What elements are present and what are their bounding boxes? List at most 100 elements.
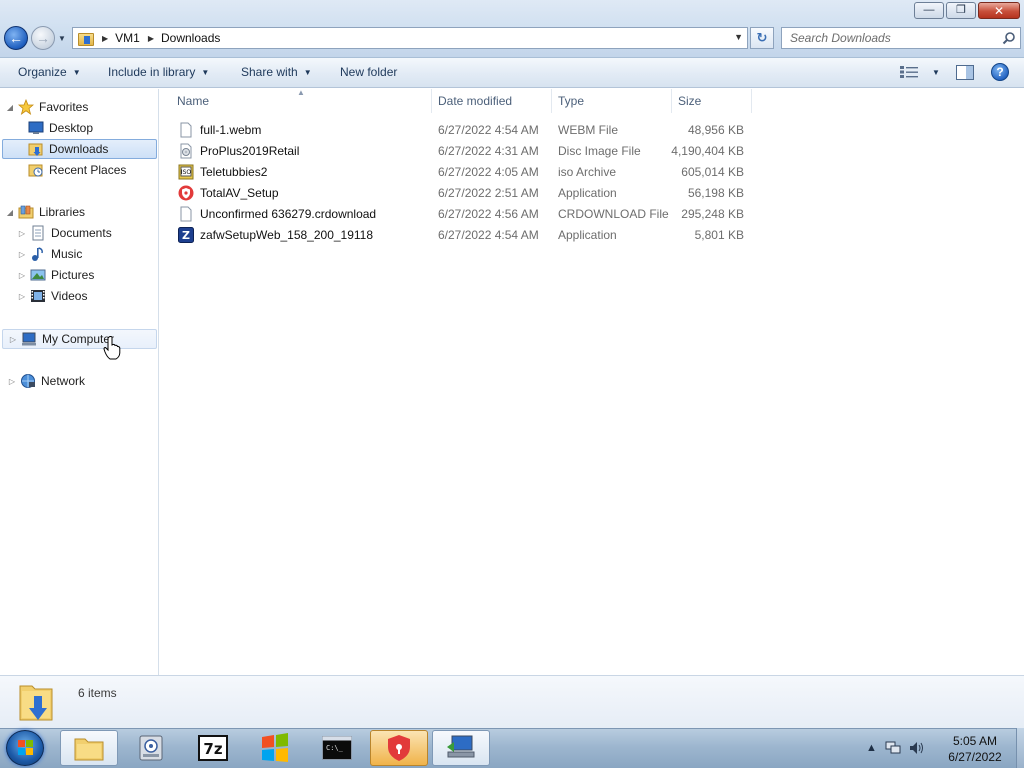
expand-arrow-icon[interactable]: ▷ [18,229,26,238]
column-size[interactable]: Size [672,89,752,113]
nav-documents[interactable]: ▷ Documents [18,223,156,243]
nav-recent-places-label: Recent Places [49,163,127,177]
music-icon [32,247,43,261]
nav-network[interactable]: ▷ Network [8,371,156,391]
column-name-label: Name [177,94,210,108]
network-status-icon[interactable] [885,741,901,755]
file-row[interactable]: ProPlus2019Retail 6/27/2022 4:31 AM Disc… [174,140,754,161]
show-hidden-icons-icon[interactable]: ▲ [866,742,877,754]
network-icon [21,374,35,388]
windows-logo-icon [18,740,33,755]
file-date: 6/27/2022 4:56 AM [438,206,539,221]
file-row[interactable]: Z zafwSetupWeb_158_200_19118 6/27/2022 4… [174,224,754,245]
file-name-cell[interactable]: Unconfirmed 636279.crdownload [178,203,376,224]
expand-arrow-icon[interactable]: ▷ [18,292,26,301]
file-row[interactable]: ISO Teletubbies2 6/27/2022 4:05 AM iso A… [174,161,754,182]
include-in-library-button[interactable]: Include in library ▼ [108,65,209,79]
back-arrow-icon: ← [9,29,23,46]
taskbar-disk-utility[interactable] [122,730,180,766]
nav-downloads[interactable]: Downloads [2,139,157,159]
file-row[interactable]: Unconfirmed 636279.crdownload 6/27/2022 … [174,203,754,224]
desktop-icon [28,121,44,134]
new-folder-button[interactable]: New folder [340,65,397,79]
taskbar-explorer[interactable] [60,730,118,766]
close-button[interactable]: ✕ [978,2,1020,19]
back-button[interactable]: ← [4,26,28,50]
nav-pictures[interactable]: ▷ Pictures [18,265,156,285]
help-icon[interactable]: ? [991,63,1009,81]
recent-places-icon [28,164,43,177]
nav-my-computer[interactable]: ▷ My Computer [2,329,157,349]
taskbar-7zip[interactable]: 7z [184,730,242,766]
collapse-arrow-icon[interactable]: ◢ [6,208,14,217]
column-date-modified[interactable]: Date modified [432,89,552,113]
file-row[interactable]: full-1.webm 6/27/2022 4:54 AM WEBM File … [174,119,754,140]
taskbar-clock[interactable]: 5:05 AM 6/27/2022 [940,733,1010,765]
file-row[interactable]: TotalAV_Setup 6/27/2022 2:51 AM Applicat… [174,182,754,203]
nav-network-label: Network [41,374,86,388]
minimize-button[interactable]: — [914,2,944,19]
nav-videos[interactable]: ▷ Videos [18,286,156,306]
include-in-library-label: Include in library [108,65,196,79]
column-type[interactable]: Type [552,89,672,113]
details-pane: 6 items [0,675,1024,728]
file-name-cell[interactable]: ISO Teletubbies2 [178,161,267,182]
start-button[interactable] [6,730,44,766]
clock-time: 5:05 AM [952,734,998,748]
address-bar[interactable]: ▶ VM1 ▶ Downloads ▼ [72,27,748,49]
share-with-button[interactable]: Share with ▼ [241,65,312,79]
file-name-cell[interactable]: TotalAV_Setup [178,182,279,203]
windows-flag-icon [262,733,288,762]
forward-button[interactable]: → [31,26,55,50]
address-history-dropdown-icon[interactable]: ▼ [734,32,743,42]
volume-icon[interactable] [909,741,925,755]
hand-cursor-icon [103,336,121,360]
chevron-down-icon: ▼ [932,67,940,77]
file-date: 6/27/2022 4:05 AM [438,164,539,179]
expand-arrow-icon[interactable]: ▷ [8,377,16,386]
change-view-button[interactable]: ▼ [900,66,940,78]
expand-arrow-icon[interactable]: ▷ [18,271,26,280]
breadcrumb-vm1[interactable]: VM1 [115,31,140,45]
search-icon[interactable] [1002,31,1016,45]
show-desktop-button[interactable] [1016,728,1024,768]
organize-button[interactable]: Organize ▼ [18,65,81,79]
breadcrumb-downloads[interactable]: Downloads [161,31,220,45]
star-icon [18,99,34,115]
preview-pane-icon[interactable] [956,65,974,80]
file-name-cell[interactable]: ProPlus2019Retail [178,140,299,161]
nav-music[interactable]: ▷ Music [18,244,156,264]
taskbar-remote-computer[interactable] [432,730,490,766]
chevron-down-icon: ▼ [201,67,210,77]
nav-recent-places[interactable]: Recent Places [28,160,156,180]
disc-image-icon [180,143,192,158]
file-size: 56,198 KB [687,185,744,200]
sort-ascending-icon: ▲ [297,88,305,97]
nav-desktop[interactable]: Desktop [28,118,156,138]
zonealarm-app-icon: Z [178,226,194,243]
recent-pages-dropdown[interactable]: ▼ [58,34,66,43]
expand-arrow-icon[interactable]: ▷ [9,335,17,344]
nav-music-label: Music [51,247,83,261]
breadcrumb-separator-icon[interactable]: ▶ [102,34,108,43]
maximize-button[interactable]: ❐ [946,2,976,19]
taskbar-windows-flag[interactable] [246,730,304,766]
svg-text:Z: Z [182,229,190,242]
downloads-folder-icon [28,143,43,156]
forward-arrow-icon: → [36,29,50,46]
file-name-cell[interactable]: Z zafwSetupWeb_158_200_19118 [178,224,373,245]
blank-file-icon [180,122,192,137]
taskbar-totalav[interactable] [370,730,428,766]
breadcrumb-separator-icon[interactable]: ▶ [148,34,154,43]
nav-favorites[interactable]: ◢ Favorites [6,97,156,117]
file-name-cell[interactable]: full-1.webm [178,119,261,140]
file-size: 5,801 KB [694,227,744,242]
expand-arrow-icon[interactable]: ▷ [18,250,26,259]
refresh-button[interactable]: ↻ [750,27,774,49]
nav-libraries[interactable]: ◢ Libraries [6,202,156,222]
search-input[interactable] [782,28,982,48]
search-box[interactable] [781,27,1021,49]
taskbar-command-prompt[interactable]: C:\_ [308,730,366,766]
remote-computer-icon [447,735,475,758]
collapse-arrow-icon[interactable]: ◢ [6,103,14,112]
